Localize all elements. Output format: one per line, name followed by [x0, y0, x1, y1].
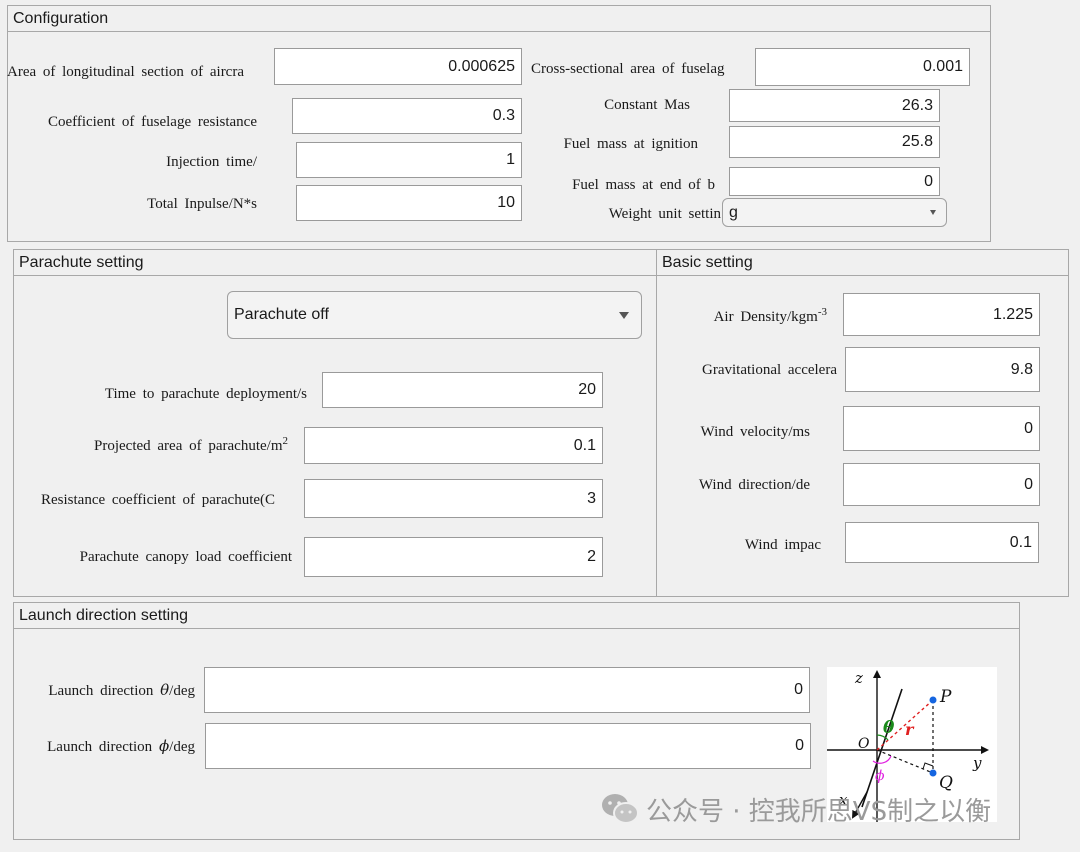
parachute-mode-dropdown[interactable]: Parachute off [227, 291, 642, 339]
wind-velocity-input[interactable] [843, 406, 1040, 451]
projected-area-label-sup: 2 [282, 436, 289, 447]
weight-unit-dropdown[interactable]: g [722, 198, 947, 227]
point-q [929, 769, 937, 777]
parachute-mode-value: Parachute off [234, 306, 329, 323]
longitudinal-area-input[interactable] [274, 48, 522, 85]
wind-direction-input[interactable] [843, 463, 1040, 506]
projected-area-label-text: Projected area of parachute/m [94, 438, 283, 454]
launch-theta-label-post: /deg [169, 683, 195, 699]
injection-time-label: Injection time/ [166, 154, 257, 170]
injection-time-input[interactable] [296, 142, 522, 178]
fuel-mass-end-label: Fuel mass at end of b [572, 177, 715, 193]
parachute-title: Parachute setting [14, 250, 656, 276]
cross-section-area-input[interactable] [755, 48, 970, 86]
basic-title: Basic setting [657, 250, 1068, 276]
launch-theta-label: Launch direction θ/deg [20, 680, 195, 701]
parachute-resistance-input[interactable] [304, 479, 603, 518]
deploy-time-input[interactable] [322, 372, 603, 408]
deploy-time-label: Time to parachute deployment/s [104, 386, 307, 402]
launch-title: Launch direction setting [14, 603, 1019, 629]
watermark: 公众号 · 控我所思VS制之以衡 [600, 789, 991, 829]
gravity-input[interactable] [845, 347, 1040, 392]
fuselage-resistance-input[interactable] [292, 98, 522, 134]
gravity-label: Gravitational accelera [702, 362, 837, 378]
canopy-load-label: Parachute canopy load coefficient [79, 549, 292, 565]
launch-theta-input[interactable] [204, 667, 810, 713]
total-impulse-input[interactable] [296, 185, 522, 221]
y-label: y [972, 754, 982, 772]
wind-direction-label: Wind direction/de [698, 477, 810, 493]
air-density-label-text: Air Density/kgm [713, 309, 818, 325]
wind-velocity-label: Wind velocity/ms [700, 424, 810, 440]
weight-unit-value: g [729, 203, 738, 221]
wechat-icon [602, 794, 639, 824]
fuel-mass-end-input[interactable] [729, 167, 940, 196]
theta-symbol: θ [160, 681, 170, 699]
wind-impact-input[interactable] [845, 522, 1039, 563]
total-impulse-label: Total Inpulse/N*s [147, 196, 257, 212]
watermark-text: 公众号 · 控我所思VS制之以衡 [646, 796, 992, 827]
fuel-mass-ignition-label: Fuel mass at ignition [563, 136, 698, 152]
r-label: r [905, 720, 915, 739]
air-density-input[interactable] [843, 293, 1040, 336]
canopy-load-input[interactable] [304, 537, 603, 577]
launch-theta-label-pre: Launch direction [48, 683, 161, 699]
projected-area-label: Projected area of parachute/m2 [50, 436, 288, 456]
theta-label: θ [883, 718, 895, 738]
parachute-resistance-label: Resistance coefficient of parachute(C [41, 492, 276, 508]
configuration-title: Configuration [8, 6, 990, 32]
cross-section-area-label: Cross-sectional area of fuselag [531, 61, 725, 77]
right-angle-marker [922, 762, 934, 770]
weight-unit-label: Weight unit settin [608, 206, 721, 222]
launch-phi-label-post: /deg [169, 739, 195, 755]
constant-mass-label: Constant Mas [604, 97, 690, 113]
fuselage-resistance-label: Coefficient of fuselage resistance [47, 114, 257, 130]
projected-area-input[interactable] [304, 427, 603, 464]
phi-arc [872, 755, 892, 764]
launch-phi-input[interactable] [205, 723, 811, 769]
longitudinal-area-label: Area of longitudinal section of aircra [7, 64, 244, 80]
air-density-label: Air Density/kgm-3 [680, 307, 827, 327]
p-label: P [939, 687, 952, 707]
launch-phi-label: Launch direction ϕ/deg [20, 736, 195, 757]
chevron-down-icon [930, 210, 936, 215]
o-label: O [858, 736, 870, 752]
point-p [929, 696, 937, 704]
z-label: z [854, 669, 863, 687]
wind-impact-label: Wind impac [744, 537, 821, 553]
phi-symbol: ϕ [158, 737, 170, 755]
fuel-mass-ignition-input[interactable] [729, 126, 940, 158]
phi-label: ϕ [875, 768, 885, 784]
chevron-down-icon [619, 311, 629, 319]
constant-mass-input[interactable] [729, 89, 940, 122]
air-density-label-sup: -3 [817, 307, 827, 318]
launch-phi-label-pre: Launch direction [47, 739, 159, 755]
